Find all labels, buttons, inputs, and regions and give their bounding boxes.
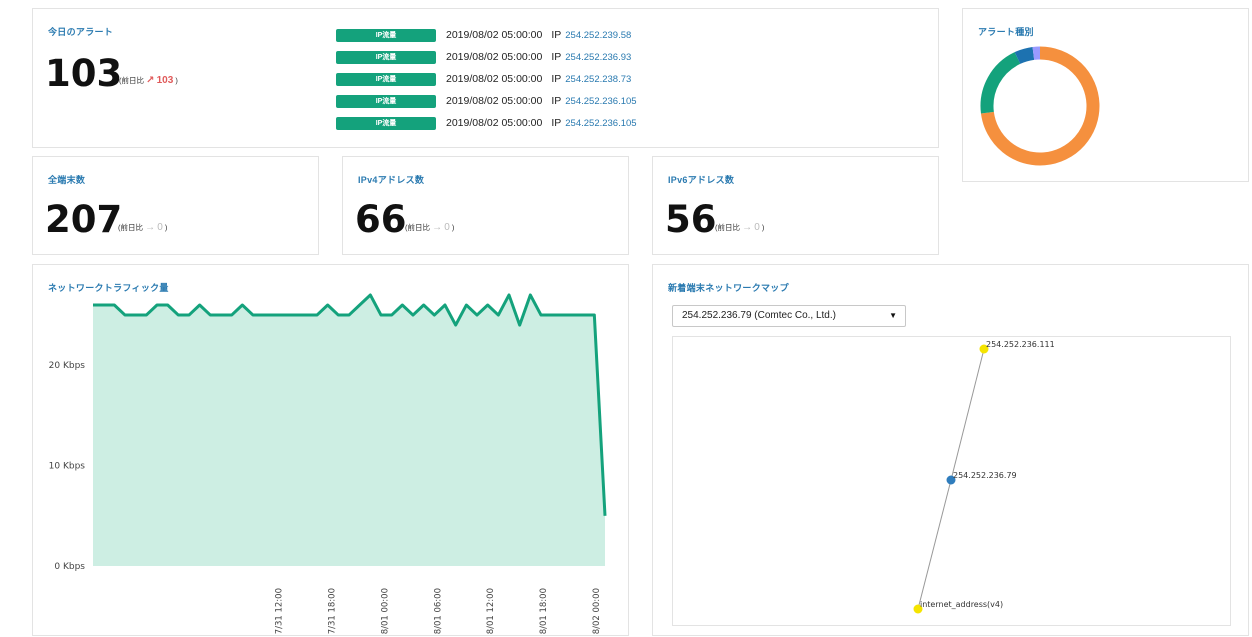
stat-card-all-devices: 全端末数 207 (前日比 → 0 ): [32, 156, 319, 255]
network-map-canvas[interactable]: 254.252.236.111 254.252.236.79 internet_ad…: [672, 336, 1231, 626]
chevron-down-icon: ▼: [889, 306, 897, 326]
stat-title: IPv6アドレス数: [668, 173, 734, 186]
network-link: [951, 349, 984, 480]
compare-label: (前日比: [405, 223, 430, 232]
alert-ip-label: IP: [551, 29, 561, 41]
alert-ip-link[interactable]: 254.252.236.105: [565, 118, 636, 129]
donut-slice-2[interactable]: [1017, 53, 1033, 58]
traffic-area-fill: [93, 295, 605, 566]
stat-value: 66: [355, 201, 407, 238]
x-tick-label: 8/01 06:00: [433, 588, 443, 634]
stat-title: IPv4アドレス数: [358, 173, 424, 186]
alert-time: 2019/08/02 05:00:00: [446, 29, 542, 41]
alerts-today-count: 103: [45, 55, 122, 92]
trend-flat-icon: →: [742, 222, 752, 233]
alert-time: 2019/08/02 05:00:00: [446, 51, 542, 63]
x-tick-label: 8/01 00:00: [380, 588, 390, 634]
compare-label: (前日比: [118, 223, 143, 232]
alert-ip-link[interactable]: 254.252.236.93: [565, 52, 631, 63]
stat-title: 全端末数: [48, 173, 85, 186]
traffic-area-chart: 0 Kbps 10 Kbps 20 Kbps 7/31 12:00 7/31 18:00…: [33, 265, 630, 637]
alerts-today-card: 今日のアラート 103 (前日比 ↗ 103 ) IP流量 2019/08/02…: [32, 8, 939, 148]
stat-value: 56: [665, 201, 717, 238]
stat-card-ipv6: IPv6アドレス数 56 (前日比 → 0 ): [652, 156, 939, 255]
alert-type-badge: IP流量: [336, 29, 436, 42]
alert-time: 2019/08/02 05:00:00: [446, 117, 542, 129]
alert-ip-link[interactable]: 254.252.239.58: [565, 30, 631, 41]
alert-types-card: アラート種別: [962, 8, 1249, 182]
x-tick-label: 7/31 18:00: [327, 588, 337, 634]
alert-ip-link[interactable]: 254.252.238.73: [565, 74, 631, 85]
trend-flat-icon: →: [145, 222, 155, 233]
stat-compare: (前日比 → 0 ): [405, 222, 454, 233]
netmap-card: 新着端末ネットワークマップ 254.252.236.79 (Comtec Co.…: [652, 264, 1249, 636]
alert-type-badge: IP流量: [336, 95, 436, 108]
alert-time: 2019/08/02 05:00:00: [446, 95, 542, 107]
alert-type-badge: IP流量: [336, 117, 436, 130]
device-select-value: 254.252.236.79 (Comtec Co., Ltd.): [682, 310, 836, 321]
donut-slice-1[interactable]: [987, 58, 1017, 113]
x-tick-label: 7/31 12:00: [274, 588, 284, 634]
netmap-title: 新着端末ネットワークマップ: [668, 281, 789, 294]
network-node-label: 254.252.236.79: [953, 471, 1017, 480]
alert-ip-label: IP: [551, 73, 561, 85]
alert-type-badge: IP流量: [336, 51, 436, 64]
compare-value: 103: [157, 75, 174, 86]
alert-time: 2019/08/02 05:00:00: [446, 73, 542, 85]
stat-compare: (前日比 → 0 ): [715, 222, 764, 233]
alerts-today-title: 今日のアラート: [48, 25, 113, 38]
alert-ip-label: IP: [551, 51, 561, 63]
alert-ip-link[interactable]: 254.252.236.105: [565, 96, 636, 107]
x-tick-label: 8/01 18:00: [539, 588, 549, 634]
y-tick-label: 20 Kbps: [49, 361, 86, 371]
compare-value: 0: [754, 222, 760, 233]
alert-item[interactable]: IP流量 2019/08/02 05:00:00 IP 254.252.236.…: [336, 94, 637, 108]
x-tick-label: 8/01 12:00: [486, 588, 496, 634]
alert-types-donut-chart: [963, 9, 1250, 183]
stat-value: 207: [45, 201, 122, 238]
compare-close: ): [762, 223, 765, 232]
y-tick-label: 0 Kbps: [54, 562, 85, 572]
alert-item[interactable]: IP流量 2019/08/02 05:00:00 IP 254.252.236.…: [336, 50, 631, 64]
compare-value: 0: [157, 222, 163, 233]
compare-label: (前日比: [715, 223, 740, 232]
x-tick-label: 8/02 00:00: [592, 588, 602, 634]
trend-up-icon: ↗: [146, 75, 154, 86]
network-node-label: internet_address(v4): [920, 600, 1003, 609]
compare-value: 0: [444, 222, 450, 233]
compare-close: ): [165, 223, 168, 232]
alert-item[interactable]: IP流量 2019/08/02 05:00:00 IP 254.252.238.…: [336, 72, 631, 86]
compare-close: ): [452, 223, 455, 232]
traffic-card: ネットワークトラフィック量 0 Kbps10 Kbps20 Kbps7/31 1…: [32, 264, 629, 636]
trend-flat-icon: →: [432, 222, 442, 233]
stat-card-ipv4: IPv4アドレス数 66 (前日比 → 0 ): [342, 156, 629, 255]
alert-item[interactable]: IP流量 2019/08/02 05:00:00 IP 254.252.236.…: [336, 116, 637, 130]
compare-close: ): [175, 76, 178, 85]
network-node-label: 254.252.236.111: [986, 340, 1055, 349]
alerts-today-compare: (前日比 ↗ 103 ): [119, 75, 178, 86]
compare-label: (前日比: [119, 76, 144, 85]
alert-type-badge: IP流量: [336, 73, 436, 86]
stat-compare: (前日比 → 0 ): [118, 222, 167, 233]
alert-item[interactable]: IP流量 2019/08/02 05:00:00 IP 254.252.239.…: [336, 28, 631, 42]
y-tick-label: 10 Kbps: [49, 462, 86, 472]
network-graph[interactable]: 254.252.236.111 254.252.236.79 internet_ad…: [673, 337, 1230, 625]
alert-ip-label: IP: [551, 95, 561, 107]
device-select[interactable]: 254.252.236.79 (Comtec Co., Ltd.) ▼: [672, 305, 906, 327]
alert-ip-label: IP: [551, 117, 561, 129]
network-link: [918, 480, 951, 609]
